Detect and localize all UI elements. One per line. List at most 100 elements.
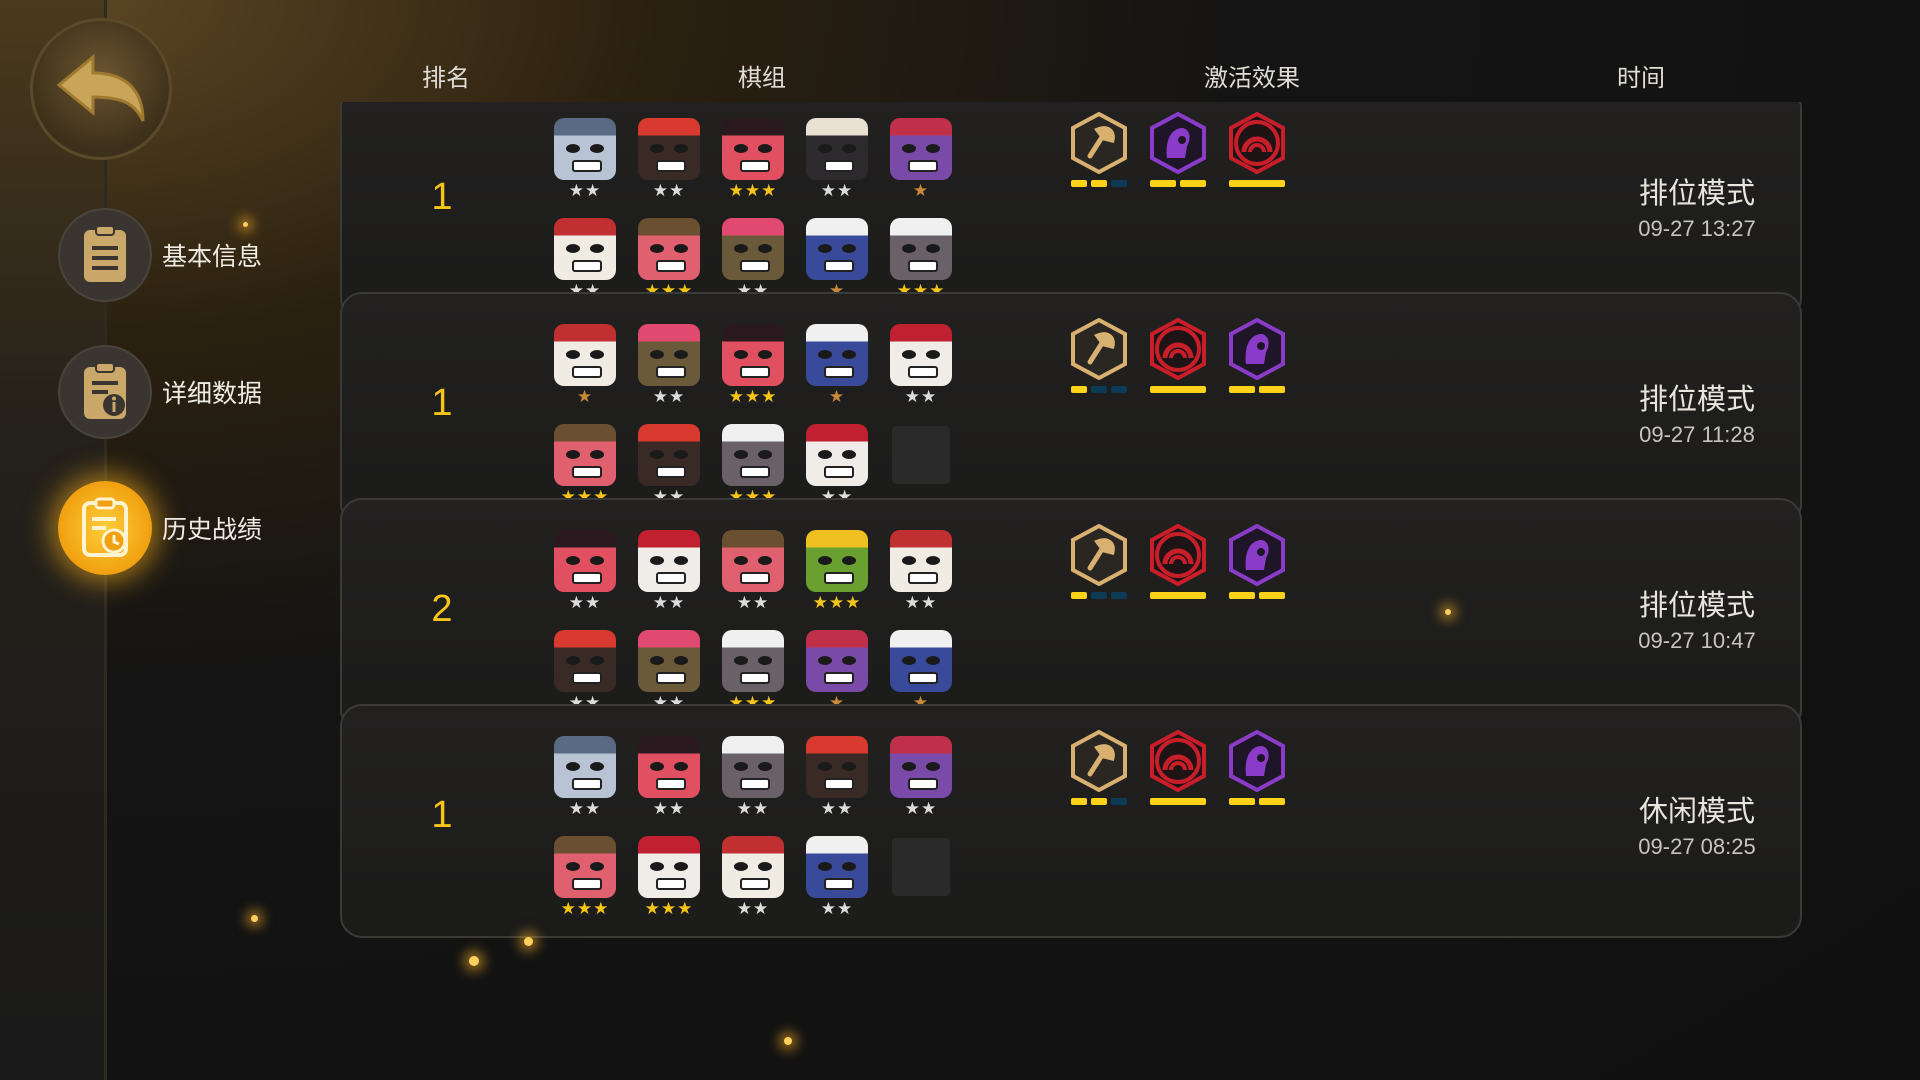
horned-green-portrait-icon: [638, 630, 700, 692]
unit-red-demon: ★★: [636, 736, 702, 836]
trait-axe-icon[interactable]: [1066, 730, 1132, 820]
trait-level-bar: [1071, 180, 1087, 187]
trait-level-bar: [1111, 180, 1127, 187]
trait-level-bar: [1150, 386, 1206, 393]
unit-frog: ★★★: [804, 530, 870, 630]
red-arch-icon: [1150, 524, 1206, 586]
trait-level-bars: [1066, 386, 1132, 393]
star-rating: ★★★: [728, 181, 778, 200]
match-card[interactable]: 1 ★★ ★★ ★★★ ★★ ★ ★★ ★★★ ★★ ★ ★★★ 排位模式 09-27 13:27: [340, 102, 1802, 320]
spark-particle: [1445, 609, 1451, 615]
unit-white-mask: ★★★: [636, 836, 702, 936]
red-hat-portrait-icon: [806, 736, 868, 798]
match-rank: 1: [431, 382, 453, 424]
axe-icon: [1071, 318, 1127, 380]
match-mode-time: 排位模式 09-27 13:27: [1582, 170, 1804, 242]
gray-hood-portrait-icon: [722, 630, 784, 692]
unit-white-mask: ★★: [636, 530, 702, 630]
blue-hood-portrait-icon: [806, 324, 868, 386]
unit-horned-green: ★★: [636, 324, 702, 424]
trait-red-arch-icon[interactable]: [1145, 524, 1211, 614]
trait-purple-hood-icon[interactable]: [1145, 112, 1211, 202]
match-history-list[interactable]: 1 ★★ ★★ ★★★ ★★ ★ ★★ ★★★ ★★ ★ ★★★ 排位模式 09-27 13:27 1 ★ ★…: [340, 102, 1804, 1080]
unit-white-mask: ★★: [888, 324, 954, 424]
trait-level-bars: [1145, 798, 1211, 805]
masked-red-portrait-icon: [554, 836, 616, 898]
trait-red-arch-icon[interactable]: [1224, 112, 1290, 202]
star-rating: ★★: [568, 181, 602, 200]
match-time: 09-27 13:27: [1638, 216, 1756, 241]
trait-level-bar: [1150, 180, 1176, 187]
star-rating: ★★: [904, 387, 938, 406]
unit-knight: ★★: [552, 736, 618, 836]
red-hat-portrait-icon: [554, 630, 616, 692]
trait-level-bar: [1229, 798, 1255, 805]
trait-axe-icon[interactable]: [1066, 112, 1132, 202]
match-mode-time: 排位模式 09-27 11:28: [1582, 376, 1804, 448]
trait-level-bar: [1150, 798, 1206, 805]
purple-box-portrait-icon: [806, 630, 868, 692]
trait-level-bar: [1111, 386, 1127, 393]
masked-red-portrait-icon: [638, 218, 700, 280]
trait-purple-hood-icon[interactable]: [1224, 318, 1290, 408]
blue-hood-portrait-icon: [806, 836, 868, 898]
star-rating: ★: [912, 181, 930, 200]
gray-hood-portrait-icon: [890, 218, 952, 280]
trait-level-bars: [1066, 798, 1132, 805]
trait-level-bar: [1229, 592, 1255, 599]
red-hat-portrait-icon: [638, 118, 700, 180]
trait-red-arch-icon[interactable]: [1145, 730, 1211, 820]
nav-basic-info[interactable]: 基本信息: [58, 208, 262, 302]
back-button[interactable]: [30, 18, 172, 160]
purple-box-portrait-icon: [890, 736, 952, 798]
star-rating: ★: [576, 387, 594, 406]
notes-icon: [58, 208, 152, 302]
unit-blue-hood: ★★: [804, 836, 870, 936]
unit-skull: ★★: [888, 530, 954, 630]
star-rating: ★★: [568, 593, 602, 612]
match-time: 09-27 08:25: [1638, 834, 1756, 859]
trait-purple-hood-icon[interactable]: [1224, 524, 1290, 614]
match-card[interactable]: 2 ★★ ★★ ★★ ★★★ ★★ ★★ ★★ ★★★ ★ ★ 排位模式 09-27 10:47: [340, 498, 1802, 732]
trait-level-bar: [1111, 592, 1127, 599]
match-mode-time: 排位模式 09-27 10:47: [1582, 582, 1804, 654]
trait-level-bars: [1145, 180, 1211, 187]
trait-level-bar: [1150, 592, 1206, 599]
red-demon-portrait-icon: [638, 736, 700, 798]
trait-axe-icon[interactable]: [1066, 524, 1132, 614]
blue-hood-portrait-icon: [806, 218, 868, 280]
unit-red-hat: ★★: [636, 118, 702, 218]
red-demon-portrait-icon: [722, 118, 784, 180]
star-rating: ★★★: [812, 593, 862, 612]
unit-masked-red: ★★: [720, 530, 786, 630]
empty-slot: [892, 838, 950, 896]
nav-detail-data[interactable]: 详细数据: [58, 345, 262, 439]
trait-axe-icon[interactable]: [1066, 318, 1132, 408]
star-rating: ★★: [820, 799, 854, 818]
red-arch-icon: [1150, 318, 1206, 380]
match-time: 09-27 10:47: [1638, 628, 1756, 653]
match-card[interactable]: 1 ★★ ★★ ★★ ★★ ★★ ★★★ ★★★ ★★ ★★ 休闲模式 09-27 08:25: [340, 704, 1802, 938]
match-card[interactable]: 1 ★ ★★ ★★★ ★ ★★ ★★★ ★★ ★★★ ★★ 排位模式 09-27 11:28: [340, 292, 1802, 526]
trait-red-arch-icon[interactable]: [1145, 318, 1211, 408]
skull-portrait-icon: [722, 836, 784, 898]
detail-info-icon: [58, 345, 152, 439]
red-arch-icon: [1150, 730, 1206, 792]
header-rank: 排名: [422, 65, 470, 92]
trait-level-bar: [1180, 180, 1206, 187]
trait-level-bar: [1259, 386, 1285, 393]
header-lineup: 棋组: [738, 65, 786, 92]
knight-portrait-icon: [554, 736, 616, 798]
red-demon-portrait-icon: [554, 530, 616, 592]
match-mode: 休闲模式: [1638, 796, 1755, 828]
nav-label-detail-data: 详细数据: [162, 380, 263, 408]
unit-dark-hood: ★★: [804, 118, 870, 218]
nav-match-history[interactable]: 历史战绩: [58, 481, 262, 575]
history-clock-icon: [58, 481, 152, 575]
trait-purple-hood-icon[interactable]: [1224, 730, 1290, 820]
match-mode: 排位模式: [1638, 384, 1755, 416]
trait-level-bar: [1259, 592, 1285, 599]
trait-level-bar: [1091, 798, 1107, 805]
purple-hood-icon: [1229, 318, 1285, 380]
trait-level-bar: [1111, 798, 1127, 805]
